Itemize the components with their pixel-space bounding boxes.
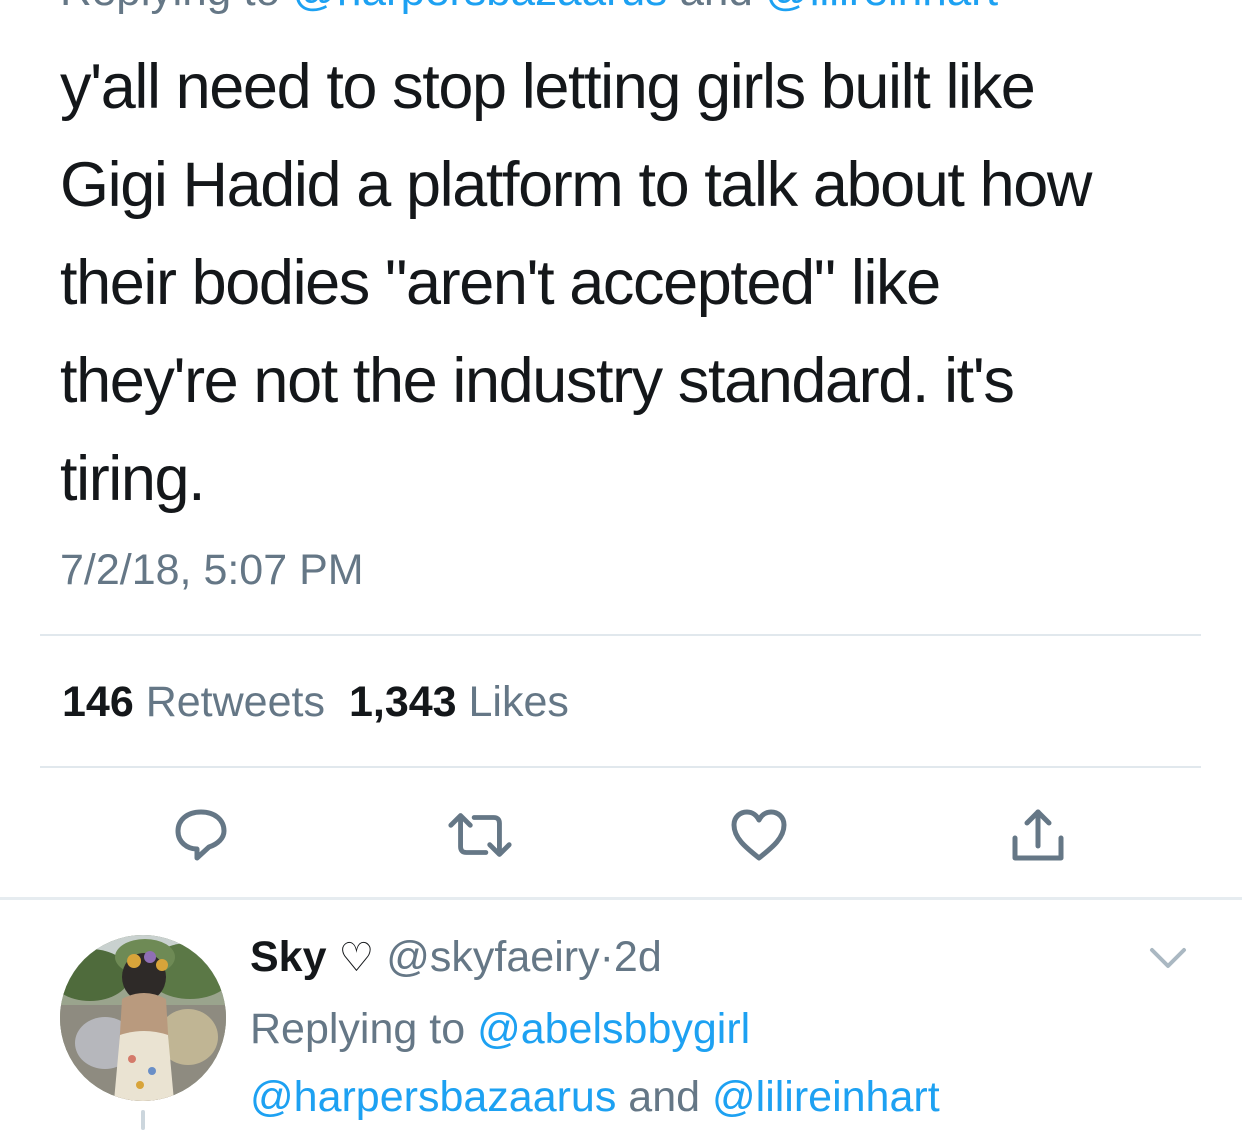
mention-lilireinhart[interactable]: @lilireinhart (712, 1073, 940, 1121)
replying-prefix: Replying to (250, 1005, 478, 1053)
retweets-count: 146 (62, 678, 134, 726)
likes-label: Likes (468, 678, 569, 726)
likes-stat[interactable]: 1,343 Likes (349, 678, 569, 726)
reply-icon (175, 809, 227, 861)
tweet-stats: 146 Retweets 1,343 Likes (62, 672, 569, 732)
retweet-icon (448, 813, 512, 857)
section-separator (0, 897, 1242, 900)
thread-line (141, 1110, 145, 1130)
chevron-down-icon (1150, 948, 1186, 968)
reply-separator: · (599, 933, 614, 981)
reply-button[interactable] (166, 800, 236, 870)
top-mention-lilireinhart[interactable]: @lilireinhart (765, 0, 998, 15)
retweet-button[interactable] (445, 800, 515, 870)
share-button[interactable] (1003, 800, 1073, 870)
retweets-label: Retweets (145, 678, 325, 726)
likes-count: 1,343 (348, 678, 457, 726)
reply-author-handle[interactable]: @skyfaeiry (386, 933, 599, 981)
reply-header: Sky ♡ @skyfaeiry·2d (250, 928, 662, 987)
mention-abelsbbygirl[interactable]: @abelsbbygirl (477, 1005, 750, 1053)
reply-replying-line-2: @harpersbazaarus and @lilireinhart (250, 1064, 940, 1130)
top-replying-prefix: Replying to (60, 0, 292, 15)
reply-replying-line: Replying to @abelsbbygirl (250, 996, 750, 1062)
divider-bottom (40, 766, 1201, 768)
top-replying-line: Replying to @harpersbazaarus and @lilire… (60, 0, 998, 16)
replying-and: and (616, 1073, 712, 1121)
avatar-photo (60, 935, 226, 1101)
mention-harpersbazaarus[interactable]: @harpersbazaarus (250, 1073, 616, 1121)
like-button[interactable] (724, 800, 794, 870)
reply-author-name[interactable]: Sky (250, 933, 327, 981)
share-icon (1012, 809, 1064, 861)
tweet-menu-button[interactable] (1146, 940, 1190, 976)
reply-age: 2d (613, 933, 662, 981)
retweets-stat[interactable]: 146 Retweets (62, 678, 325, 726)
tweet-text: y'all need to stop letting girls built l… (60, 52, 1092, 514)
name-heart-emoji: ♡ (338, 936, 375, 980)
divider-top (40, 634, 1201, 636)
top-replying-and: and (667, 0, 765, 15)
tweet-timestamp: 7/2/18, 5:07 PM (60, 546, 364, 594)
avatar[interactable] (60, 935, 226, 1101)
heart-icon (731, 809, 787, 861)
top-mention-harpersbazaarus[interactable]: @harpersbazaarus (292, 0, 667, 15)
